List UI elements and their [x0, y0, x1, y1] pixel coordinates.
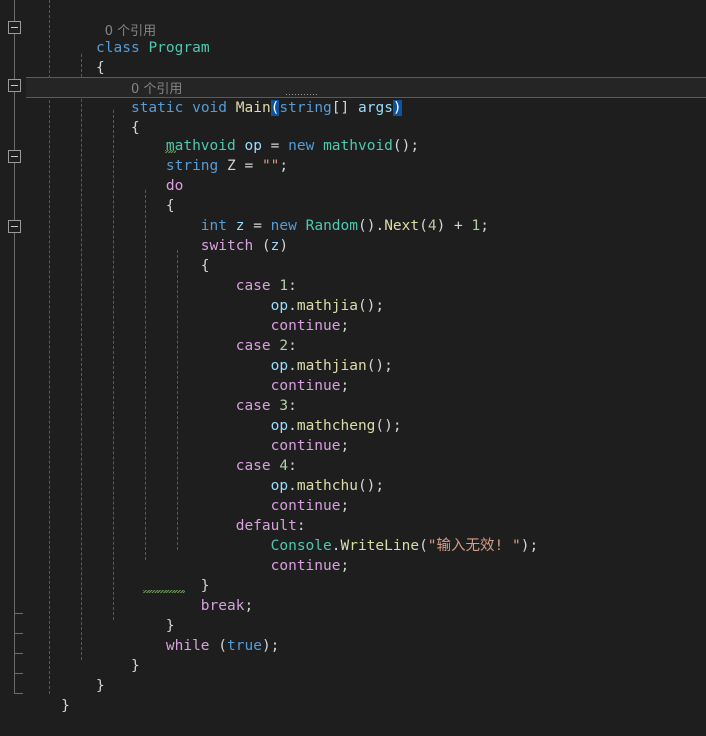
line-case-2[interactable]: case 2: [0, 316, 706, 354]
line-mathvoid-instance[interactable]: mathvoid op = new mathvoid(); [0, 116, 706, 154]
line-case-3[interactable]: case 3: [0, 376, 706, 414]
line-switch-close-brace[interactable]: } [0, 556, 706, 594]
args-unused-dotted-underline [286, 94, 317, 95]
line-continue-1[interactable]: continue; [0, 296, 706, 334]
line-while-true[interactable]: while (true); [0, 616, 706, 654]
line-do[interactable]: do [0, 156, 706, 194]
line-switch[interactable]: switch (z) [0, 216, 706, 254]
line-continue-4[interactable]: continue; [0, 476, 706, 514]
line-random-next[interactable]: int z = new Random().Next(4) + 1; [0, 196, 706, 234]
line-break[interactable]: break; [0, 576, 706, 614]
line-continue-default[interactable]: continue; [0, 536, 706, 574]
line-do-close-brace[interactable]: } [0, 596, 706, 634]
line-class-close-brace[interactable]: } [0, 656, 706, 694]
line-case-4[interactable]: case 4: [0, 436, 706, 474]
line-main-close-brace[interactable]: } [0, 636, 706, 674]
line-class-open-brace[interactable]: { [0, 38, 706, 76]
code-content[interactable]: 0 个引用 class Program { 0 个引用 static void … [0, 0, 706, 714]
line-call-mathchu[interactable]: op.mathchu(); [0, 456, 706, 494]
line-namespace-close-brace[interactable]: } [0, 676, 706, 714]
line-case-1[interactable]: case 1: [0, 256, 706, 294]
line-main-open-brace[interactable]: { [0, 98, 706, 136]
line-call-mathcheng[interactable]: op.mathcheng(); [0, 396, 706, 434]
warning-squiggle-z [165, 150, 176, 153]
line-string-z[interactable]: string Z = ""; [0, 136, 706, 174]
line-default[interactable]: default: [0, 496, 706, 534]
line-class-declaration[interactable]: class Program [0, 18, 706, 56]
line-console-writeline[interactable]: Console.WriteLine("输入无效! "); [0, 516, 706, 554]
line-do-open-brace[interactable]: { [0, 176, 706, 214]
line-call-mathjian[interactable]: op.mathjian(); [0, 336, 706, 374]
line-switch-open-brace[interactable]: { [0, 236, 706, 274]
codelens-method[interactable]: 0 个引用 [0, 59, 706, 97]
brace-close: } [61, 698, 70, 714]
line-continue-2[interactable]: continue; [0, 356, 706, 394]
line-call-mathjia[interactable]: op.mathjia(); [0, 276, 706, 314]
warning-squiggle-break [143, 590, 185, 593]
line-main-signature[interactable]: static void Main(string[] args) [0, 78, 706, 116]
line-continue-3[interactable]: continue; [0, 416, 706, 454]
code-editor[interactable]: 0 个引用 class Program { 0 个引用 static void … [0, 0, 706, 714]
